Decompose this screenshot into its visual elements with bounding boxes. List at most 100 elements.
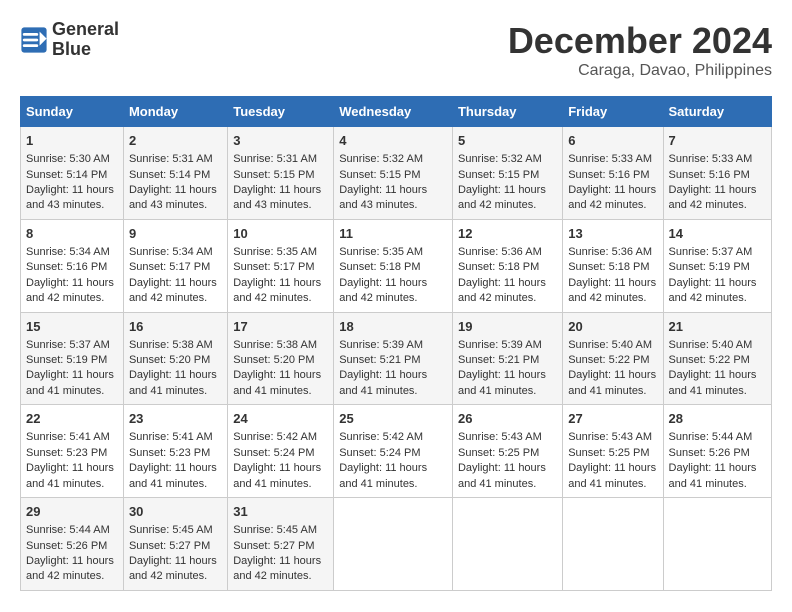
daylight: Daylight: 11 hours and 41 minutes.: [233, 369, 321, 396]
calendar-cell: [563, 498, 663, 591]
sunrise: Sunrise: 5:37 AM: [669, 246, 753, 258]
day-number: 1: [26, 132, 118, 150]
day-number: 5: [458, 132, 557, 150]
sunset: Sunset: 5:23 PM: [26, 447, 107, 459]
sunset: Sunset: 5:21 PM: [339, 354, 420, 366]
daylight: Daylight: 11 hours and 41 minutes.: [568, 462, 656, 489]
calendar-cell: 28Sunrise: 5:44 AMSunset: 5:26 PMDayligh…: [663, 405, 771, 498]
sunrise: Sunrise: 5:34 AM: [26, 246, 110, 258]
sunset: Sunset: 5:21 PM: [458, 354, 539, 366]
calendar-cell: [334, 498, 453, 591]
daylight: Daylight: 11 hours and 41 minutes.: [458, 462, 546, 489]
day-number: 26: [458, 410, 557, 428]
calendar-week-row: 8 Sunrise: 5:34 AM Sunset: 5:16 PM Daylight…: [21, 219, 772, 312]
daylight: Daylight: 11 hours and 42 minutes.: [568, 277, 656, 304]
logo-line2: Blue: [52, 40, 119, 60]
sunrise: Sunrise: 5:39 AM: [339, 339, 423, 351]
day-number: 20: [568, 318, 657, 336]
sunset: Sunset: 5:17 PM: [129, 261, 210, 273]
col-tuesday: Tuesday: [228, 97, 334, 127]
daylight: Daylight: 11 hours and 41 minutes.: [669, 369, 757, 396]
col-monday: Monday: [123, 97, 227, 127]
calendar-cell: 5Sunrise: 5:32 AMSunset: 5:15 PMDaylight…: [452, 127, 562, 220]
calendar-cell: 8Sunrise: 5:34 AMSunset: 5:16 PMDaylight…: [21, 219, 124, 312]
sunset: Sunset: 5:27 PM: [233, 540, 314, 552]
sunset: Sunset: 5:18 PM: [568, 261, 649, 273]
page-header: General Blue December 2024 Caraga, Davao…: [20, 20, 772, 80]
sunrise: Sunrise: 5:40 AM: [669, 339, 753, 351]
day-number: 6: [568, 132, 657, 150]
calendar-cell: 27Sunrise: 5:43 AMSunset: 5:25 PMDayligh…: [563, 405, 663, 498]
day-number: 27: [568, 410, 657, 428]
calendar-cell: 7Sunrise: 5:33 AMSunset: 5:16 PMDaylight…: [663, 127, 771, 220]
daylight: Daylight: 11 hours and 41 minutes.: [233, 462, 321, 489]
calendar-cell: 1Sunrise: 5:30 AMSunset: 5:14 PMDaylight…: [21, 127, 124, 220]
day-number: 8: [26, 225, 118, 243]
calendar-cell: 31Sunrise: 5:45 AMSunset: 5:27 PMDayligh…: [228, 498, 334, 591]
logo: General Blue: [20, 20, 119, 60]
sunset: Sunset: 5:23 PM: [129, 447, 210, 459]
calendar-cell: [663, 498, 771, 591]
sunset: Sunset: 5:26 PM: [26, 540, 107, 552]
calendar-cell: 3Sunrise: 5:31 AMSunset: 5:15 PMDaylight…: [228, 127, 334, 220]
logo-icon: [20, 26, 48, 54]
sunrise: Sunrise: 5:32 AM: [339, 153, 423, 165]
calendar-cell: 30Sunrise: 5:45 AMSunset: 5:27 PMDayligh…: [123, 498, 227, 591]
sunrise: Sunrise: 5:40 AM: [568, 339, 652, 351]
sunrise: Sunrise: 5:31 AM: [129, 153, 213, 165]
calendar-cell: 15Sunrise: 5:37 AMSunset: 5:19 PMDayligh…: [21, 312, 124, 405]
calendar-cell: [452, 498, 562, 591]
sunset: Sunset: 5:22 PM: [669, 354, 750, 366]
sunrise: Sunrise: 5:39 AM: [458, 339, 542, 351]
daylight: Daylight: 11 hours and 42 minutes.: [26, 555, 114, 582]
calendar-cell: 6Sunrise: 5:33 AMSunset: 5:16 PMDaylight…: [563, 127, 663, 220]
day-number: 23: [129, 410, 222, 428]
sunrise: Sunrise: 5:34 AM: [129, 246, 213, 258]
main-title: December 2024: [508, 20, 772, 62]
col-saturday: Saturday: [663, 97, 771, 127]
sunset: Sunset: 5:18 PM: [458, 261, 539, 273]
day-number: 28: [669, 410, 766, 428]
col-friday: Friday: [563, 97, 663, 127]
daylight: Daylight: 11 hours and 42 minutes.: [669, 184, 757, 211]
sunset: Sunset: 5:25 PM: [568, 447, 649, 459]
sunset: Sunset: 5:16 PM: [669, 169, 750, 181]
day-number: 16: [129, 318, 222, 336]
sunset: Sunset: 5:16 PM: [568, 169, 649, 181]
sunset: Sunset: 5:20 PM: [129, 354, 210, 366]
sunrise: Sunrise: 5:38 AM: [129, 339, 213, 351]
calendar-header-row: Sunday Monday Tuesday Wednesday Thursday…: [21, 97, 772, 127]
sunset: Sunset: 5:22 PM: [568, 354, 649, 366]
calendar-cell: 9Sunrise: 5:34 AMSunset: 5:17 PMDaylight…: [123, 219, 227, 312]
calendar-week-row: 1Sunrise: 5:30 AMSunset: 5:14 PMDaylight…: [21, 127, 772, 220]
daylight: Daylight: 11 hours and 41 minutes.: [26, 369, 114, 396]
sunrise: Sunrise: 5:38 AM: [233, 339, 317, 351]
sunset: Sunset: 5:16 PM: [26, 261, 107, 273]
day-number: 10: [233, 225, 328, 243]
subtitle: Caraga, Davao, Philippines: [508, 62, 772, 80]
calendar-week-row: 22Sunrise: 5:41 AMSunset: 5:23 PMDayligh…: [21, 405, 772, 498]
calendar-cell: 20 Sunrise: 5:40 AM Sunset: 5:22 PM Dayligh…: [563, 312, 663, 405]
day-number: 4: [339, 132, 447, 150]
day-number: 24: [233, 410, 328, 428]
daylight: Daylight: 11 hours and 42 minutes.: [233, 555, 321, 582]
daylight: Daylight: 11 hours and 41 minutes.: [568, 369, 656, 396]
daylight: Daylight: 11 hours and 41 minutes.: [339, 462, 427, 489]
day-number: 22: [26, 410, 118, 428]
daylight: Daylight: 11 hours and 43 minutes.: [233, 184, 321, 211]
day-number: 14: [669, 225, 766, 243]
sunrise: Sunrise: 5:42 AM: [339, 431, 423, 443]
sunset: Sunset: 5:18 PM: [339, 261, 420, 273]
daylight: Daylight: 11 hours and 42 minutes.: [129, 277, 217, 304]
sunset: Sunset: 5:15 PM: [233, 169, 314, 181]
sunset: Sunset: 5:20 PM: [233, 354, 314, 366]
day-number: 3: [233, 132, 328, 150]
calendar-cell: 11Sunrise: 5:35 AMSunset: 5:18 PMDayligh…: [334, 219, 453, 312]
day-number: 31: [233, 503, 328, 521]
sunrise: Sunrise: 5:33 AM: [568, 153, 652, 165]
calendar-cell: 29Sunrise: 5:44 AMSunset: 5:26 PMDayligh…: [21, 498, 124, 591]
sunset: Sunset: 5:24 PM: [339, 447, 420, 459]
sunset: Sunset: 5:17 PM: [233, 261, 314, 273]
day-number: 18: [339, 318, 447, 336]
sunrise: Sunrise: 5:35 AM: [233, 246, 317, 258]
